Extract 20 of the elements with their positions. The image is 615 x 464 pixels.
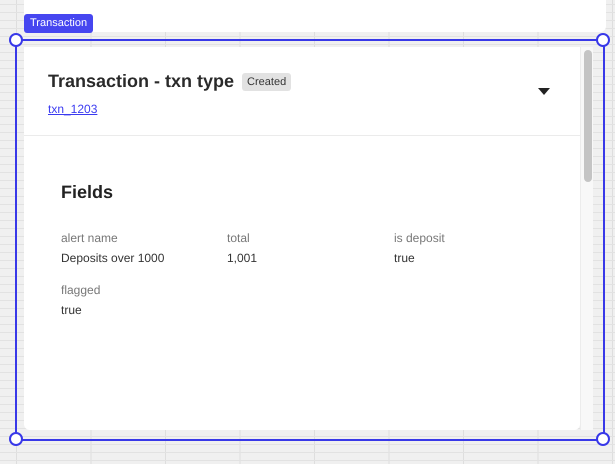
field-label: alert name [61, 231, 119, 245]
caret-icon[interactable] [538, 88, 550, 95]
field-value: true [394, 251, 416, 265]
field-value: true [61, 303, 83, 317]
resize-handle[interactable] [9, 432, 23, 446]
status-badge: Created [242, 72, 292, 90]
field-label: flagged [61, 283, 102, 297]
field-value: Deposits over 1000 [61, 251, 166, 265]
node-label: Transaction [24, 14, 94, 33]
scrollbar-thumb[interactable] [584, 50, 592, 182]
resize-handle[interactable] [596, 432, 610, 446]
card-title: Transaction - txn type [48, 71, 234, 92]
resize-handle[interactable] [596, 33, 610, 47]
field-label: is deposit [394, 231, 446, 245]
field-label: total [227, 231, 251, 245]
scrollbar-track[interactable] [580, 47, 593, 430]
transaction-link[interactable]: txn_1203 [48, 102, 98, 116]
section-heading: Fields [61, 182, 114, 203]
field-value: 1,001 [227, 251, 258, 265]
resize-handle[interactable] [9, 33, 23, 47]
